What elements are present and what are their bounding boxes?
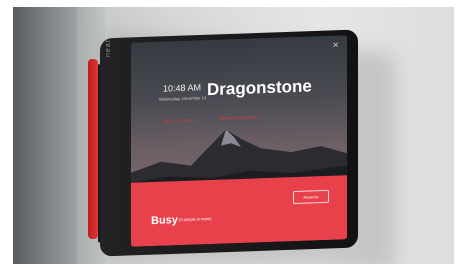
wall-column [13, 7, 77, 264]
device-red-side [88, 58, 98, 240]
status-label: Busy [151, 214, 178, 228]
next-event-time: 11:00 - 11:30 AM [164, 117, 194, 124]
reserve-button[interactable]: Reserve [293, 189, 329, 205]
status-bar: Busy (5 people in room) Reserve [131, 175, 347, 247]
room-name: Dragonstone [207, 76, 312, 100]
clock-time: 10:48 AM [163, 82, 202, 94]
status-subtext: (5 people in room) [179, 215, 212, 223]
device-screen: ✕ 10:48 AM Wednesday, December 13 Dragon… [131, 35, 347, 247]
close-icon[interactable]: ✕ [332, 41, 339, 50]
photo: neat. ✕ 10:48 AM Wednesday, December 13 … [13, 7, 454, 264]
brand-logo: neat. [105, 36, 112, 57]
